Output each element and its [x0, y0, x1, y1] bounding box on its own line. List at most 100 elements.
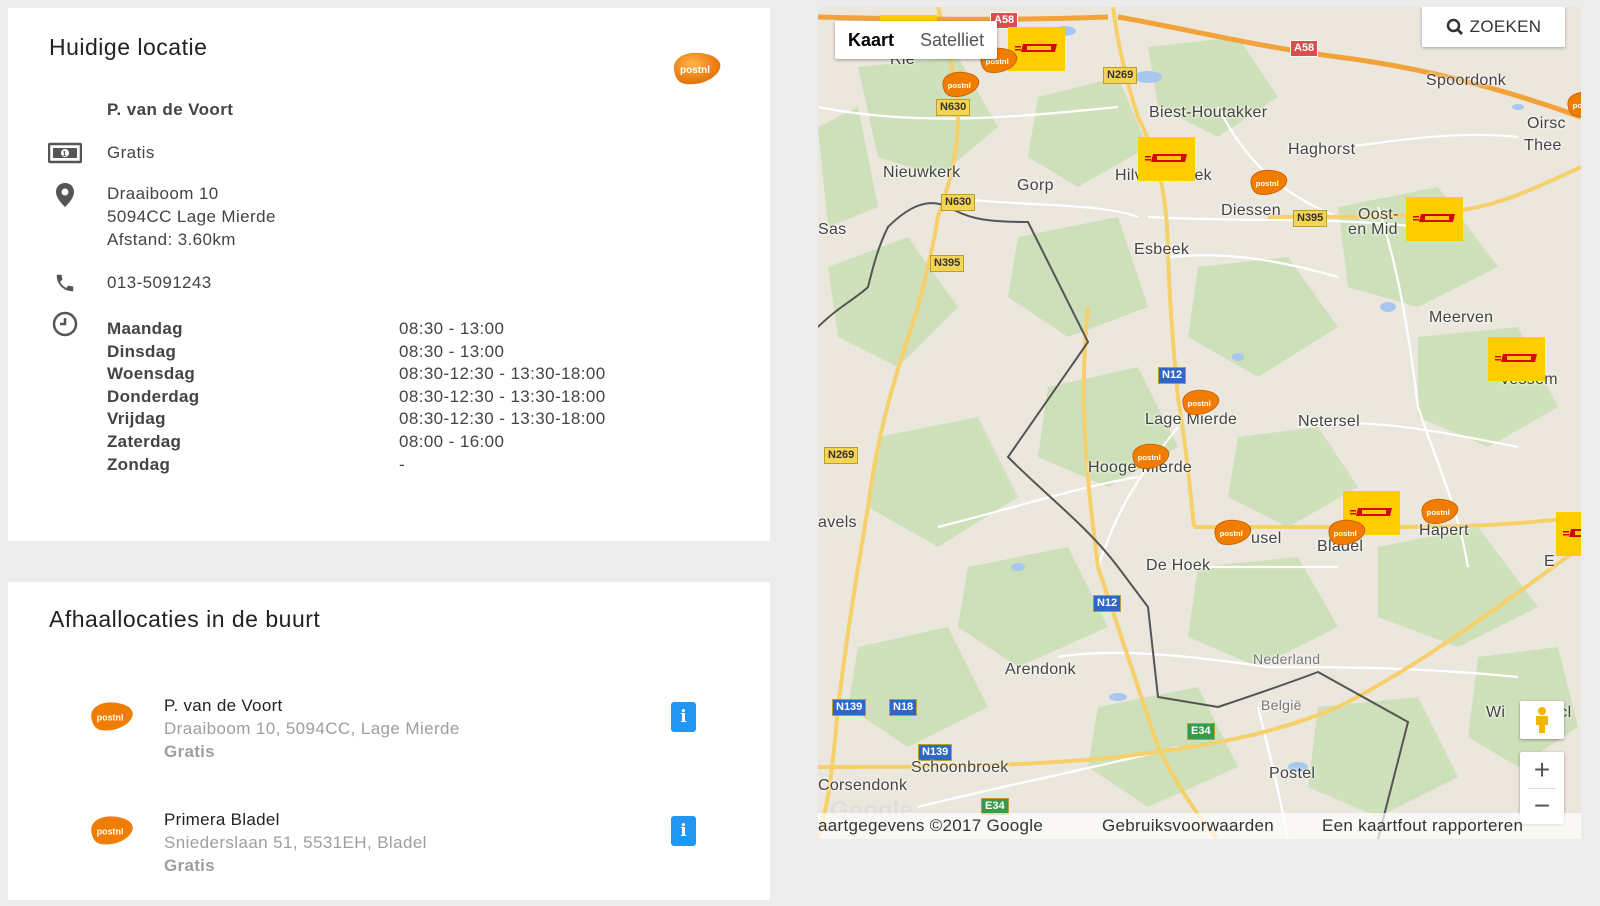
place-label: Biest-Houtakker: [1149, 104, 1268, 121]
dhl-logo-icon: [1562, 527, 1581, 541]
place-label: Netersel: [1298, 413, 1360, 430]
postnl-marker[interactable]: postnl: [1128, 439, 1172, 478]
list-item[interactable]: postnl P. van de Voort Draaiboom 10, 509…: [8, 696, 770, 792]
dhl-logo-icon: [1014, 42, 1059, 56]
place-label: Meerven: [1429, 309, 1494, 326]
dhl-logo-icon: [1494, 352, 1539, 366]
hours-time: 08:30 - 13:00: [399, 319, 505, 338]
hours-time: -: [399, 454, 406, 474]
hours-row: Woensdag 08:30-12:30 - 13:30-18:00: [107, 363, 667, 386]
road-shield: N139: [832, 699, 867, 716]
map[interactable]: A58 A58 N269 N630 N630 N395 N395 N12 N269 N12 N139…: [818, 7, 1581, 839]
current-location-card: Huidige locatie postnl P. van de Voort 1…: [8, 8, 770, 541]
location-pin-icon: [48, 182, 82, 208]
svg-text:postnl: postnl: [1427, 508, 1450, 517]
hours-day: Donderdag: [107, 386, 200, 406]
opening-hours: Maandag 08:30 - 13:00 Dinsdag 08:30 - 13:0…: [107, 318, 667, 476]
hours-day: Dinsdag: [107, 341, 177, 361]
terms-link[interactable]: Gebruiksvoorwaarden: [1102, 816, 1274, 836]
map-type-map-button[interactable]: Kaart: [835, 21, 907, 59]
postnl-marker-icon: postnl: [1182, 389, 1220, 415]
place-label: De Hoek: [1146, 557, 1211, 574]
svg-text:postnl: postnl: [1573, 101, 1581, 110]
location-name: Primera Bladel: [164, 810, 280, 829]
svg-text:postnl: postnl: [97, 712, 124, 722]
zoom-in-button[interactable]: +: [1520, 752, 1564, 788]
road-shield: N395: [930, 255, 965, 272]
road-shield: N269: [824, 447, 859, 464]
info-button[interactable]: i: [671, 816, 696, 846]
place-label: Haghorst: [1288, 141, 1356, 158]
hours-day: Woensdag: [107, 364, 196, 384]
location-address: Draaiboom 10, 5094CC, Lage Mierde: [164, 719, 460, 738]
pegman-button[interactable]: [1520, 701, 1564, 739]
road-shield: N12: [1158, 367, 1187, 384]
search-button-label: ZOEKEN: [1469, 17, 1542, 36]
search-button[interactable]: ZOEKEN: [1422, 7, 1565, 47]
hours-row: Zaterdag 08:00 - 16:00: [107, 431, 667, 454]
dhl-logo-icon: [1412, 212, 1457, 226]
nearby-locations-card: Afhaallocaties in de buurt postnl P. van…: [8, 582, 770, 900]
current-location-phone: 013-5091243: [107, 273, 212, 292]
place-label: Schoonbroek: [911, 759, 1009, 776]
distance: Afstand: 3.60km: [107, 230, 236, 249]
dhl-logo-icon: [1144, 152, 1189, 166]
hours-day: Zaterdag: [107, 431, 182, 451]
road-shield: E34: [1187, 723, 1215, 740]
place-label: Esbeek: [1134, 241, 1190, 258]
current-location-name: P. van de Voort: [107, 100, 234, 119]
map-type-satellite-button[interactable]: Satelliet: [907, 21, 997, 59]
map-data-attribution: aartgegevens ©2017 Google: [818, 816, 1044, 835]
postnl-marker[interactable]: postnl: [1178, 385, 1222, 424]
svg-text:postnl: postnl: [948, 81, 971, 90]
hours-row: Zondag -: [107, 454, 667, 477]
location-name: P. van de Voort: [164, 696, 283, 715]
nearby-locations-title: Afhaallocaties in de buurt: [49, 606, 321, 632]
hours-day: Vrijdag: [107, 409, 166, 429]
postnl-marker-icon: postnl: [1132, 443, 1170, 469]
address-line-2: 5094CC Lage Mierde: [107, 207, 276, 226]
phone-icon: [48, 270, 82, 296]
place-label: Gorp: [1017, 177, 1054, 194]
map-attribution: aartgegevens ©2017 Google Gebruiksvoorwa…: [818, 813, 1581, 839]
cash-icon: 1: [48, 140, 82, 166]
list-item[interactable]: postnl Primera Bladel Sniederslaan 51, 5…: [8, 810, 770, 906]
road-shield: N269: [1103, 67, 1138, 84]
search-icon: [1446, 18, 1463, 35]
hours-day: Zondag: [107, 454, 171, 474]
place-label: België: [1261, 697, 1302, 713]
location-price: Gratis: [164, 856, 215, 875]
dhl-marker[interactable]: [1556, 512, 1581, 556]
postnl-marker[interactable]: postnl: [1417, 494, 1461, 533]
place-label: usel: [1251, 530, 1282, 547]
svg-text:postnl: postnl: [1188, 399, 1211, 408]
dhl-marker[interactable]: [1488, 337, 1545, 381]
place-label: Wi: [1486, 704, 1506, 721]
postnl-marker[interactable]: postnl: [1324, 515, 1368, 554]
dhl-marker[interactable]: [1138, 137, 1195, 181]
postnl-marker[interactable]: postnl: [1246, 165, 1290, 204]
hours-time: 08:30-12:30 - 13:30-18:00: [399, 386, 606, 406]
pegman-icon: [1536, 707, 1548, 733]
location-price: Gratis: [164, 742, 215, 761]
hours-row: Maandag 08:30 - 13:00: [107, 318, 667, 341]
place-label: Sas: [818, 221, 847, 238]
postnl-marker[interactable]: postnl: [1210, 515, 1254, 554]
svg-text:postnl: postnl: [1256, 179, 1279, 188]
svg-text:postnl: postnl: [97, 826, 124, 836]
place-label: Arendonk: [1005, 661, 1076, 678]
place-label: Postel: [1269, 765, 1316, 782]
postnl-marker-icon: postnl: [1421, 498, 1459, 524]
info-button[interactable]: i: [671, 702, 696, 732]
dhl-marker[interactable]: [1406, 197, 1463, 241]
hours-time: 08:30-12:30 - 13:30-18:00: [399, 409, 606, 429]
current-location-address: Draaiboom 10 5094CC Lage Mierde Afstand:…: [107, 182, 276, 251]
place-label: Corsendonk: [818, 777, 908, 794]
current-location-title: Huidige locatie: [49, 34, 208, 60]
hours-time: 08:30 - 13:00: [399, 341, 505, 361]
place-label: en Mid: [1348, 221, 1398, 238]
hours-time: 08:30-12:30 - 13:30-18:00: [399, 364, 606, 384]
postnl-logo: postnl: [86, 810, 136, 855]
postnl-marker[interactable]: postnl: [1563, 87, 1581, 126]
report-map-error-link[interactable]: Een kaartfout rapporteren: [1322, 816, 1523, 836]
